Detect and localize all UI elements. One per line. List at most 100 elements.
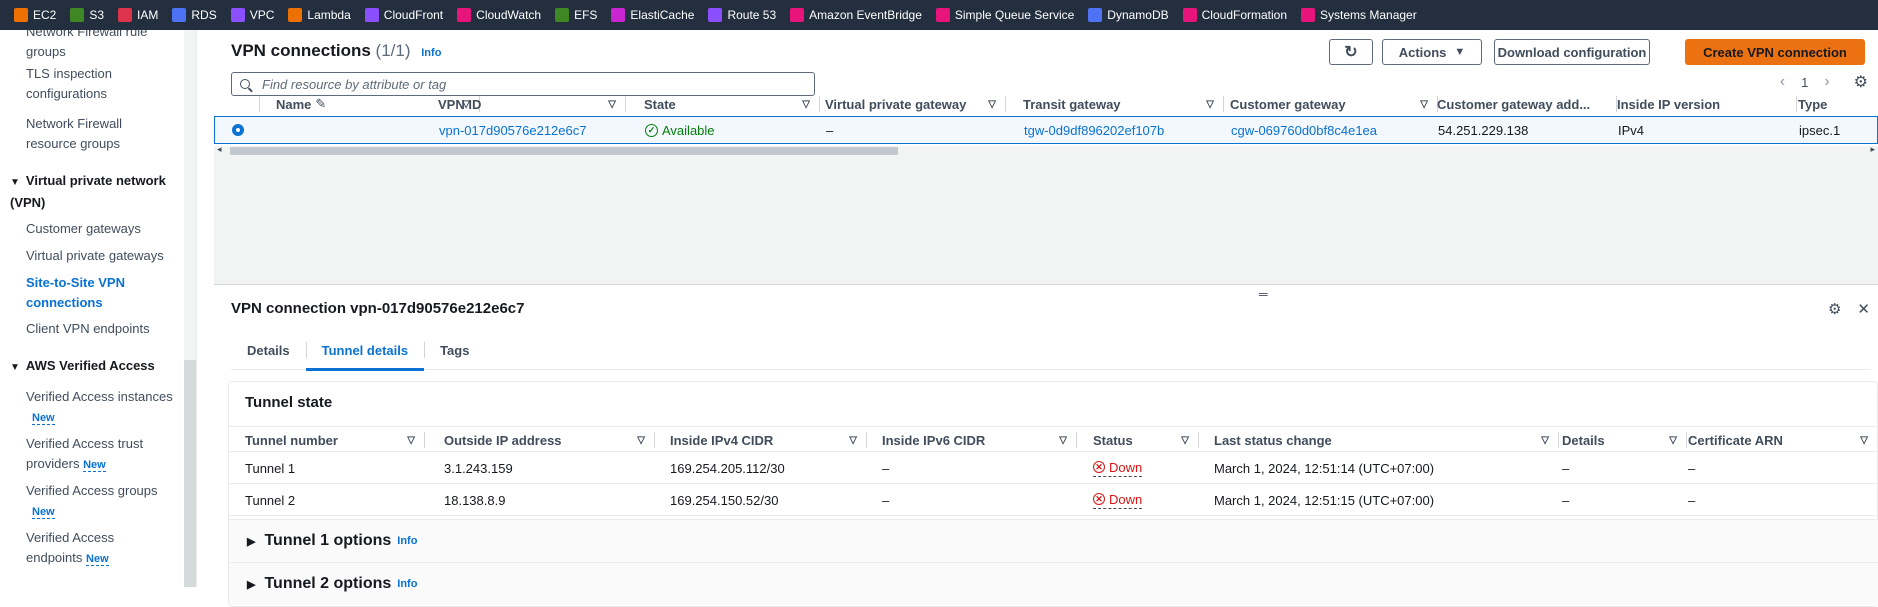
favorite-ec2[interactable]: EC2 bbox=[14, 8, 56, 22]
sort-icon: ▽ bbox=[1181, 434, 1189, 446]
actions-button[interactable]: Actions ▼ bbox=[1382, 39, 1482, 65]
cell-customer-gateway-address: 54.251.229.138 bbox=[1438, 122, 1529, 138]
favorite-efs[interactable]: EFS bbox=[555, 8, 597, 22]
favorite-vpc[interactable]: VPC bbox=[230, 8, 274, 22]
column-vpn-id[interactable]: VPN ID ▽ bbox=[438, 91, 626, 117]
error-icon: ✕ bbox=[1093, 493, 1105, 505]
cell-details: – bbox=[1562, 460, 1570, 476]
split-divider[interactable] bbox=[214, 284, 1878, 285]
chevron-left-icon[interactable]: ‹ bbox=[1780, 73, 1785, 91]
page-number[interactable]: 1 bbox=[1801, 75, 1808, 90]
favorite-sqs[interactable]: Simple Queue Service bbox=[935, 8, 1074, 22]
sidebar-item-customer-gateways[interactable]: Customer gateways bbox=[26, 219, 176, 239]
sidebar-item-site-to-site-vpn[interactable]: Site-to-Site VPN connections bbox=[26, 273, 176, 313]
column-inside-ip-version[interactable]: Inside IP version bbox=[1617, 91, 1797, 117]
favorite-cloudfront[interactable]: CloudFront bbox=[364, 8, 443, 22]
cell-status[interactable]: ✕ Down bbox=[1093, 487, 1143, 513]
favorite-rds[interactable]: RDS bbox=[172, 8, 217, 22]
column-last-status-change[interactable]: Last status change ▽ bbox=[1214, 427, 1559, 453]
column-details[interactable]: Details ▽ bbox=[1562, 427, 1687, 453]
favorite-cloudwatch[interactable]: CloudWatch bbox=[457, 8, 541, 22]
cell-outside-ip: 3.1.243.159 bbox=[444, 460, 513, 476]
favorite-route53[interactable]: Route 53 bbox=[708, 8, 776, 22]
column-certificate-arn[interactable]: Certificate ARN ▽ bbox=[1688, 427, 1878, 453]
column-customer-gateway[interactable]: Customer gateway ▽ bbox=[1230, 91, 1438, 117]
cell-transit-gateway[interactable]: tgw-0d9df896202ef107b bbox=[1024, 117, 1164, 143]
column-status[interactable]: Status ▽ bbox=[1093, 427, 1199, 453]
cell-inside-ip-version: IPv4 bbox=[1618, 122, 1645, 138]
refresh-icon: ↻ bbox=[1344, 44, 1358, 61]
scrollbar-thumb[interactable] bbox=[230, 147, 898, 155]
sidebar-scrollbar-thumb[interactable] bbox=[184, 360, 196, 587]
chevron-right-icon[interactable]: › bbox=[1824, 73, 1829, 91]
cell-inside-ipv4-cidr: 169.254.150.52/30 bbox=[670, 492, 779, 508]
column-inside-ipv6-cidr[interactable]: Inside IPv6 CIDR ▽ bbox=[882, 427, 1077, 453]
tab-tags[interactable]: Tags bbox=[424, 330, 485, 370]
horizontal-scrollbar[interactable]: ◂ ▸ bbox=[214, 144, 1878, 156]
column-state[interactable]: State ▽ bbox=[644, 91, 820, 117]
sort-icon: ▽ bbox=[802, 98, 810, 110]
column-type[interactable]: Type bbox=[1798, 91, 1878, 117]
favorite-iam[interactable]: IAM bbox=[118, 8, 158, 22]
settings-icon[interactable]: ⚙ bbox=[1854, 72, 1868, 92]
sidebar-item-verified-access-instances[interactable]: Verified Access instances New bbox=[26, 387, 176, 428]
scroll-left-icon[interactable]: ◂ bbox=[217, 144, 222, 155]
column-outside-ip[interactable]: Outside IP address ▽ bbox=[444, 427, 655, 453]
cell-customer-gateway[interactable]: cgw-069760d0bf8c4e1ea bbox=[1231, 117, 1377, 143]
sidebar-item-client-vpn-endpoints[interactable]: Client VPN endpoints bbox=[26, 319, 176, 339]
tunnel-1-options-expander[interactable]: ▶ Tunnel 1 options Info bbox=[229, 519, 1878, 562]
tab-tunnel-details[interactable]: Tunnel details bbox=[305, 330, 425, 371]
sidebar-item-network-firewall-rule-groups[interactable]: Network Firewall rule groups bbox=[26, 30, 176, 62]
create-vpn-connection-button[interactable]: Create VPN connection bbox=[1685, 39, 1865, 65]
sidebar-item-virtual-private-gateways[interactable]: Virtual private gateways bbox=[26, 246, 176, 266]
cell-status[interactable]: ✕ Down bbox=[1093, 455, 1143, 481]
sidebar-section-verified-access[interactable]: ▼ AWS Verified Access bbox=[10, 356, 180, 378]
cell-certificate-arn: – bbox=[1688, 460, 1696, 476]
scroll-right-icon[interactable]: ▸ bbox=[1870, 144, 1875, 155]
column-inside-ipv4-cidr[interactable]: Inside IPv4 CIDR ▽ bbox=[670, 427, 867, 453]
detail-actions: ⚙ ✕ bbox=[1828, 300, 1870, 318]
sidebar-item-tls-inspection[interactable]: TLS inspection configurations bbox=[26, 64, 176, 104]
check-circle-icon: ✓ bbox=[645, 123, 658, 137]
favorite-s3[interactable]: S3 bbox=[70, 8, 104, 22]
info-link[interactable]: Info bbox=[397, 535, 417, 547]
favorite-elasticache[interactable]: ElastiCache bbox=[611, 8, 694, 22]
download-configuration-button[interactable]: Download configuration bbox=[1494, 39, 1650, 65]
efs-icon bbox=[555, 8, 570, 22]
favorite-systems-manager[interactable]: Systems Manager bbox=[1301, 8, 1417, 22]
tunnel-2-options-expander[interactable]: ▶ Tunnel 2 options Info bbox=[229, 562, 1878, 605]
column-tunnel-number[interactable]: Tunnel number ▽ bbox=[245, 427, 425, 453]
caret-right-icon: ▶ bbox=[247, 578, 256, 591]
sort-icon: ▽ bbox=[407, 434, 415, 446]
favorite-dynamodb[interactable]: DynamoDB bbox=[1088, 8, 1169, 22]
close-icon[interactable]: ✕ bbox=[1857, 300, 1870, 318]
column-virtual-private-gateway[interactable]: Virtual private gateway ▽ bbox=[825, 91, 1006, 117]
sidebar-item-verified-access-trust-providers[interactable]: Verified Access trust providers New bbox=[26, 434, 176, 475]
info-link[interactable]: Info bbox=[397, 578, 417, 590]
sidebar-item-verified-access-endpoints[interactable]: Verified Access endpoints New bbox=[26, 528, 136, 569]
cell-vpn-id[interactable]: vpn-017d90576e212e6c7 bbox=[439, 117, 586, 143]
status-badge[interactable]: ✕ Down bbox=[1093, 492, 1143, 509]
table-header: Name ✎ ▽ VPN ID ▽ State ▽ Virtual private ga… bbox=[214, 91, 1878, 117]
status-badge[interactable]: ✕ Down bbox=[1093, 460, 1143, 477]
column-transit-gateway[interactable]: Transit gateway ▽ bbox=[1023, 91, 1224, 117]
sidebar-section-vpn[interactable]: ▼ Virtual private network (VPN) bbox=[10, 171, 180, 213]
radio-selected-icon bbox=[232, 124, 244, 136]
refresh-button[interactable]: ↻ bbox=[1329, 39, 1373, 65]
table-row[interactable]: vpn-017d90576e212e6c7 ✓ Available – tgw-… bbox=[214, 116, 1878, 144]
column-customer-gateway-address[interactable]: Customer gateway add... bbox=[1437, 91, 1617, 117]
cell-tunnel-number: Tunnel 2 bbox=[245, 492, 296, 508]
settings-icon[interactable]: ⚙ bbox=[1828, 300, 1841, 318]
favorite-lambda[interactable]: Lambda bbox=[288, 8, 351, 22]
row-radio[interactable] bbox=[232, 117, 244, 143]
list-empty-area bbox=[214, 156, 1878, 284]
favorite-cloudformation[interactable]: CloudFormation bbox=[1182, 8, 1287, 22]
cell-last-status-change: March 1, 2024, 12:51:14 (UTC+07:00) bbox=[1214, 460, 1435, 476]
favorite-eventbridge[interactable]: Amazon EventBridge bbox=[790, 8, 922, 22]
resize-handle-icon[interactable]: ═ bbox=[1259, 287, 1271, 301]
route53-icon bbox=[708, 8, 723, 22]
sidebar-item-verified-access-groups[interactable]: Verified Access groups New bbox=[26, 481, 176, 522]
info-link[interactable]: Info bbox=[421, 47, 441, 59]
tab-details[interactable]: Details bbox=[231, 330, 306, 370]
sidebar-item-network-firewall-resource-groups[interactable]: Network Firewall resource groups bbox=[26, 114, 176, 154]
